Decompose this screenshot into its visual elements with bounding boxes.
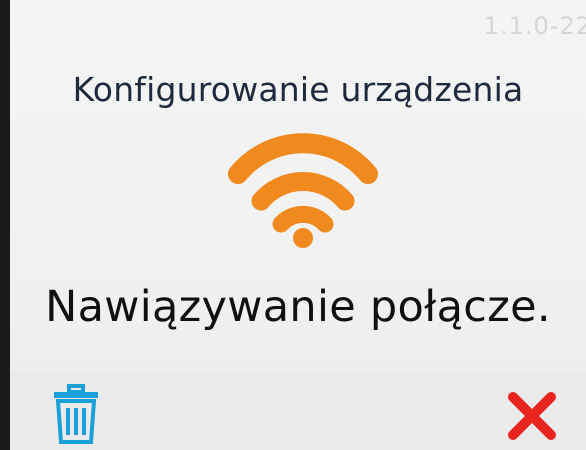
version-label: 1.1.0-22 — [483, 12, 586, 40]
device-screen: 1.1.0-22 Konfigurowanie urządzenia Nawią… — [10, 0, 586, 450]
connection-status: Nawiązywanie połącze. — [45, 282, 551, 332]
trash-icon[interactable] — [52, 384, 100, 446]
close-icon[interactable] — [504, 388, 560, 444]
page-title: Konfigurowanie urządzenia — [72, 70, 524, 109]
wifi-icon — [228, 133, 378, 248]
